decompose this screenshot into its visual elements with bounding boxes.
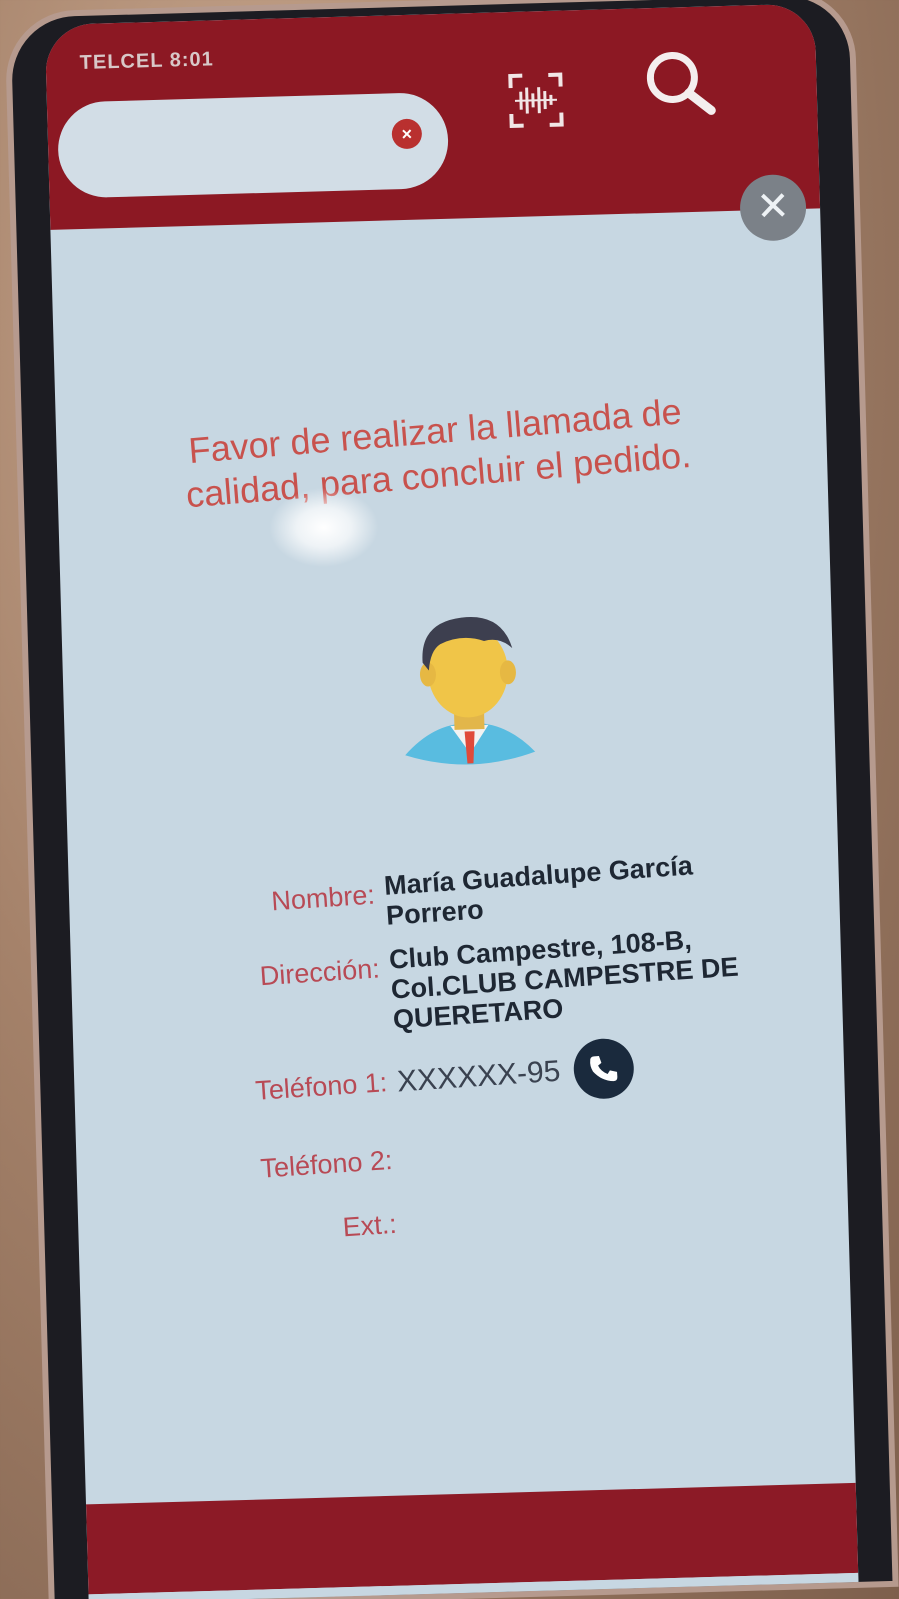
phone-icon xyxy=(590,1056,618,1082)
direccion-label: Dirección: xyxy=(258,953,381,992)
direccion-row: Dirección: Club Campestre, 108-B, Col.CL… xyxy=(236,918,801,1045)
ext-label: Ext.: xyxy=(341,1208,398,1243)
call-button[interactable] xyxy=(572,1036,637,1101)
telefono1-label: Teléfono 1: xyxy=(254,1067,389,1106)
telefono1-field: XXXXXX-95 xyxy=(395,1021,806,1112)
telefono2-value xyxy=(401,1109,808,1136)
ext-row: Ext.: xyxy=(253,1173,814,1248)
clear-search-icon[interactable]: × xyxy=(391,118,423,150)
person-avatar-icon xyxy=(391,601,546,775)
customer-info: Nombre: María Guadalupe García Porrero D… xyxy=(232,844,816,1262)
screen-glare xyxy=(267,485,380,569)
app-screen: TELCEL 8:01 × ✕ Favor de realizar la lla… xyxy=(44,3,859,1599)
ext-value xyxy=(405,1173,812,1200)
phone-frame: TELCEL 8:01 × ✕ Favor de realizar la lla… xyxy=(4,0,899,1599)
direccion-value: Club Campestre, 108-B, Col.CLUB CAMPESTR… xyxy=(388,924,740,1035)
search-input[interactable]: × xyxy=(56,91,450,199)
magnifier-icon[interactable] xyxy=(638,44,726,122)
app-header: TELCEL 8:01 × xyxy=(44,3,821,230)
status-bar-text: TELCEL 8:01 xyxy=(79,48,215,75)
telefono2-label: Teléfono 2: xyxy=(259,1144,394,1184)
telefono1-value: XXXXXX-95 xyxy=(396,1054,562,1099)
nombre-label: Nombre: xyxy=(270,879,376,917)
quality-call-message: Favor de realizar la llamada de calidad,… xyxy=(184,390,693,516)
nombre-value: María Guadalupe García Porrero xyxy=(383,850,694,931)
telefono2-row: Teléfono 2: xyxy=(249,1109,810,1184)
close-dialog-button[interactable]: ✕ xyxy=(739,173,807,242)
barcode-scan-icon[interactable] xyxy=(506,71,566,131)
